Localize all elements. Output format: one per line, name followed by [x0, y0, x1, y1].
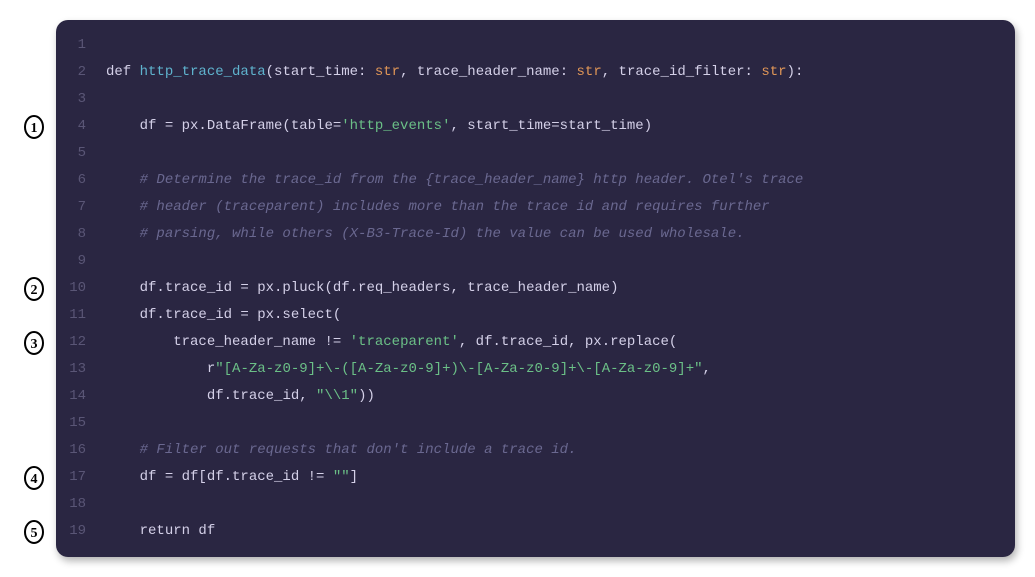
- line-content: # Filter out requests that don't include…: [106, 437, 576, 464]
- line-number: 9: [56, 248, 106, 275]
- annotation-spacer: [20, 221, 48, 248]
- line-number: 3: [56, 86, 106, 113]
- annotation-spacer: [20, 194, 48, 221]
- line-content: df = px.DataFrame(table='http_events', s…: [106, 113, 652, 140]
- annotation-spacer: [20, 410, 48, 437]
- svg-text:1: 1: [31, 121, 38, 136]
- svg-text:2: 2: [31, 283, 38, 298]
- code-line-18: 18: [56, 491, 1015, 518]
- code-line-8: 8 # parsing, while others (X-B3-Trace-Id…: [56, 221, 1015, 248]
- line-number: 11: [56, 302, 106, 329]
- svg-text:3: 3: [31, 337, 38, 352]
- code-line-11: 11 df.trace_id = px.select(: [56, 302, 1015, 329]
- line-number: 13: [56, 356, 106, 383]
- annotation-spacer: [20, 302, 48, 329]
- code-line-1: 1: [56, 32, 1015, 59]
- annotation-spacer: [20, 356, 48, 383]
- line-number: 18: [56, 491, 106, 518]
- line-content: # header (traceparent) includes more tha…: [106, 194, 770, 221]
- annotation-spacer: [20, 383, 48, 410]
- line-number: 8: [56, 221, 106, 248]
- line-content: return df: [106, 518, 215, 545]
- code-line-13: 13 r"[A-Za-z0-9]+\-([A-Za-z0-9]+)\-[A-Za…: [56, 356, 1015, 383]
- line-number: 5: [56, 140, 106, 167]
- annotation-spacer: [20, 248, 48, 275]
- annotation-spacer: [20, 491, 48, 518]
- code-line-9: 9: [56, 248, 1015, 275]
- svg-text:4: 4: [31, 472, 38, 487]
- code-line-2: 2 def http_trace_data(start_time: str, t…: [56, 59, 1015, 86]
- code-line-14: 14 df.trace_id, "\\1")): [56, 383, 1015, 410]
- line-number: 17: [56, 464, 106, 491]
- code-block: 1 2 def http_trace_data(start_time: str,…: [56, 20, 1015, 557]
- annotation-spacer: [20, 86, 48, 113]
- annotation-spacer: [20, 140, 48, 167]
- line-number: 2: [56, 59, 106, 86]
- code-line-16: 16 # Filter out requests that don't incl…: [56, 437, 1015, 464]
- annotation-spacer: [20, 32, 48, 59]
- line-number: 7: [56, 194, 106, 221]
- line-content: r"[A-Za-z0-9]+\-([A-Za-z0-9]+)\-[A-Za-z0…: [106, 356, 711, 383]
- line-number: 14: [56, 383, 106, 410]
- annotation-spacer: [20, 59, 48, 86]
- line-number: 16: [56, 437, 106, 464]
- line-number: 1: [56, 32, 106, 59]
- line-content: trace_header_name != 'traceparent', df.t…: [106, 329, 677, 356]
- code-line-7: 7 # header (traceparent) includes more t…: [56, 194, 1015, 221]
- line-content: df.trace_id = px.select(: [106, 302, 341, 329]
- line-content: df = df[df.trace_id != ""]: [106, 464, 358, 491]
- line-content: def http_trace_data(start_time: str, tra…: [106, 59, 803, 86]
- code-line-12: 12 trace_header_name != 'traceparent', d…: [56, 329, 1015, 356]
- svg-text:5: 5: [31, 526, 38, 541]
- code-line-19: 19 return df: [56, 518, 1015, 545]
- line-content: # Determine the trace_id from the {trace…: [106, 167, 803, 194]
- code-line-10: 10 df.trace_id = px.pluck(df.req_headers…: [56, 275, 1015, 302]
- line-number: 10: [56, 275, 106, 302]
- annotation-marker-1: 1: [20, 113, 48, 140]
- line-content: df.trace_id, "\\1")): [106, 383, 375, 410]
- code-line-5: 5: [56, 140, 1015, 167]
- line-content: # parsing, while others (X-B3-Trace-Id) …: [106, 221, 745, 248]
- line-content: df.trace_id = px.pluck(df.req_headers, t…: [106, 275, 619, 302]
- annotation-marker-3: 3: [20, 329, 48, 356]
- code-line-6: 6 # Determine the trace_id from the {tra…: [56, 167, 1015, 194]
- line-number: 12: [56, 329, 106, 356]
- line-number: 4: [56, 113, 106, 140]
- code-line-4: 4 df = px.DataFrame(table='http_events',…: [56, 113, 1015, 140]
- annotation-marker-5: 5: [20, 518, 48, 545]
- code-figure: 1 2 3 4 5 1 2 def http_trace_data(start_…: [20, 20, 1015, 557]
- code-line-15: 15: [56, 410, 1015, 437]
- line-number: 15: [56, 410, 106, 437]
- annotation-marker-4: 4: [20, 464, 48, 491]
- line-number: 19: [56, 518, 106, 545]
- annotation-marker-2: 2: [20, 275, 48, 302]
- annotation-spacer: [20, 167, 48, 194]
- code-line-3: 3: [56, 86, 1015, 113]
- code-line-17: 17 df = df[df.trace_id != ""]: [56, 464, 1015, 491]
- line-number: 6: [56, 167, 106, 194]
- annotation-gutter: 1 2 3 4 5: [20, 20, 48, 545]
- annotation-spacer: [20, 437, 48, 464]
